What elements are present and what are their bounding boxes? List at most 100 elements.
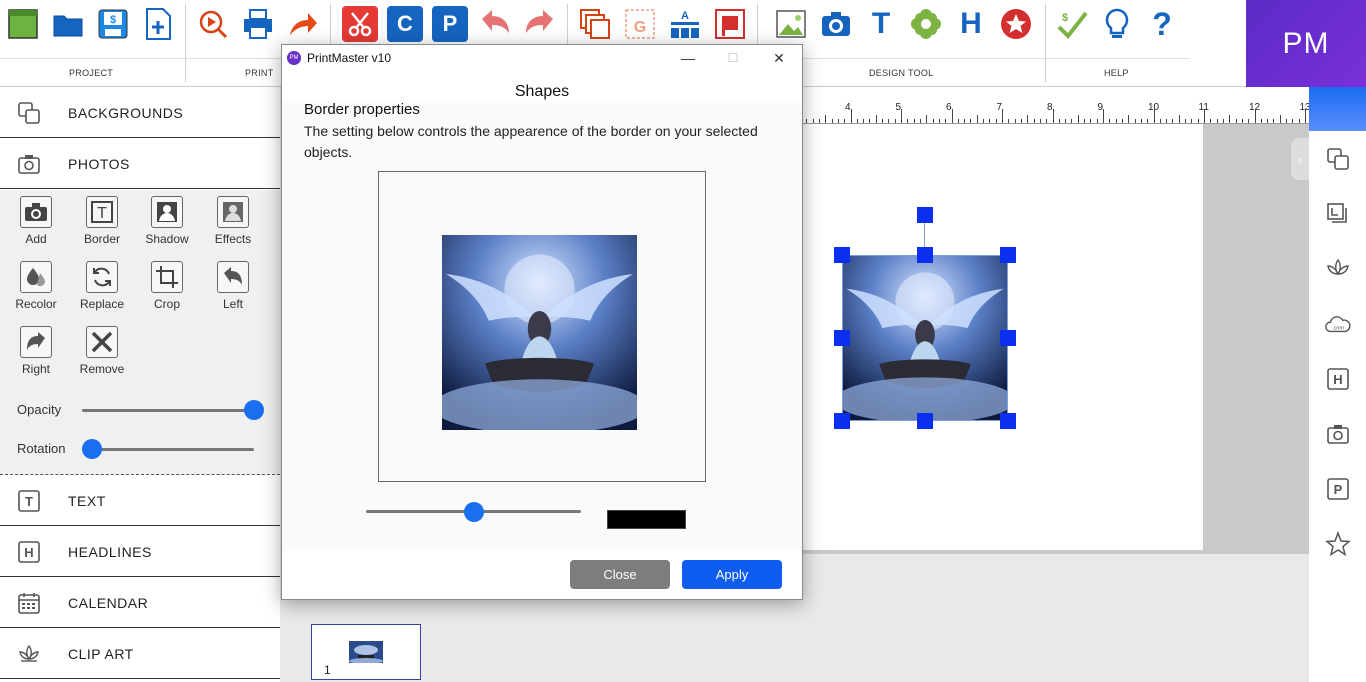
section-backgrounds[interactable]: BACKGROUNDS xyxy=(0,88,280,138)
ruler-tick xyxy=(1235,119,1237,123)
section-clip-art[interactable]: CLIP ART xyxy=(0,629,280,679)
undo-icon[interactable] xyxy=(477,6,513,42)
paste-icon[interactable]: P xyxy=(432,6,468,42)
open-folder-icon[interactable] xyxy=(50,6,86,42)
rotation-label: Rotation xyxy=(17,441,66,456)
backgrounds-icon[interactable] xyxy=(1324,145,1352,173)
resize-handle-top-right[interactable] xyxy=(1000,247,1016,263)
headline-icon[interactable]: H xyxy=(953,6,989,42)
lotus-icon[interactable] xyxy=(1324,255,1352,283)
right-toolbar: .com H P xyxy=(1309,87,1366,682)
resize-handle-right[interactable] xyxy=(1000,330,1016,346)
star-outline-icon[interactable] xyxy=(1324,530,1352,558)
close-icon[interactable]: ✕ xyxy=(756,45,802,71)
ruler-tick xyxy=(1216,119,1218,123)
resize-handle-top-left[interactable] xyxy=(834,247,850,263)
ruler-tick xyxy=(1254,109,1256,123)
ruler-tick xyxy=(1109,119,1111,123)
svg-text:T: T xyxy=(97,205,107,222)
save-icon[interactable]: $ xyxy=(95,6,131,42)
ruler-tick xyxy=(1002,109,1003,123)
group-icon[interactable]: G xyxy=(622,6,658,42)
photo-add-button[interactable]: Add xyxy=(6,196,66,246)
svg-text:H: H xyxy=(1333,372,1342,387)
photo-border-button[interactable]: T Border xyxy=(72,196,132,246)
ruler-tick xyxy=(1084,119,1086,123)
selected-photo-object[interactable] xyxy=(834,255,1016,424)
star-icon[interactable] xyxy=(998,6,1034,42)
toolbar-separator xyxy=(1045,4,1046,82)
headlines-section-icon: H xyxy=(17,540,41,564)
copy-icon[interactable]: C xyxy=(387,6,423,42)
headline-icon[interactable]: H xyxy=(1324,365,1352,393)
layers-icon[interactable] xyxy=(577,6,613,42)
rotation-slider-track[interactable] xyxy=(82,448,254,451)
flower-icon[interactable] xyxy=(908,6,944,42)
opacity-slider-track[interactable] xyxy=(82,409,254,412)
section-label: HEADLINES xyxy=(68,543,152,560)
resize-handle-top[interactable] xyxy=(917,247,933,263)
ruler-tick xyxy=(926,115,928,123)
rotate-handle[interactable] xyxy=(917,207,933,223)
resize-handle-bottom[interactable] xyxy=(917,413,933,429)
rotation-slider-thumb[interactable] xyxy=(82,439,102,459)
help-icon[interactable]: ? xyxy=(1144,6,1180,42)
opacity-slider-thumb[interactable] xyxy=(244,400,264,420)
dialog-heading: Shapes xyxy=(514,83,570,100)
apply-button[interactable]: Apply xyxy=(682,560,782,589)
resize-handle-bottom-left[interactable] xyxy=(834,413,850,429)
minimize-icon[interactable]: — xyxy=(665,45,711,71)
ruler-tick xyxy=(1197,119,1199,123)
section-headlines[interactable]: H HEADLINES xyxy=(0,527,280,577)
photo-crop-label: Crop xyxy=(153,297,180,311)
section-photos[interactable]: PHOTOS xyxy=(0,139,280,189)
page-p-icon[interactable]: P xyxy=(1324,475,1352,503)
photo-rotate-right-button[interactable]: Right xyxy=(6,326,66,376)
lightbulb-icon[interactable] xyxy=(1099,6,1135,42)
page-thumbnail[interactable]: 1 xyxy=(311,624,421,680)
share-icon[interactable] xyxy=(285,6,321,42)
align-icon[interactable]: A xyxy=(667,6,703,42)
angel-photo xyxy=(834,256,1016,424)
section-text[interactable]: T TEXT xyxy=(0,476,280,526)
ruler-tick xyxy=(1147,119,1149,123)
dialog-titlebar[interactable]: PM PrintMaster v10 — ☐ ✕ xyxy=(282,45,802,71)
photo-shadow-button[interactable]: Shadow xyxy=(137,196,197,246)
ruler-tick xyxy=(812,119,814,123)
crop-icon xyxy=(151,261,183,293)
ruler-tick xyxy=(1090,119,1092,123)
chevron-left-icon: ‹ xyxy=(1297,151,1303,167)
camera-icon[interactable] xyxy=(818,6,854,42)
fill-icon[interactable] xyxy=(712,6,748,42)
camera-icon[interactable] xyxy=(1324,420,1352,448)
ruler-tick xyxy=(1260,119,1262,123)
layouts-icon[interactable] xyxy=(1324,200,1352,228)
rotate-left-icon xyxy=(217,261,249,293)
photo-crop-button[interactable]: Crop xyxy=(137,261,197,311)
text-section-icon: T xyxy=(17,489,41,513)
resize-handle-bottom-right[interactable] xyxy=(1000,413,1016,429)
cut-icon[interactable] xyxy=(342,6,378,42)
add-page-icon[interactable] xyxy=(140,6,176,42)
image-icon[interactable] xyxy=(773,6,809,42)
cloud-com-icon[interactable]: .com xyxy=(1324,310,1352,338)
photo-effects-button[interactable]: Effects xyxy=(203,196,263,246)
spellcheck-icon[interactable]: $ xyxy=(1054,6,1090,42)
text-icon[interactable]: T xyxy=(863,6,899,42)
close-button[interactable]: Close xyxy=(570,560,670,589)
redo-icon[interactable] xyxy=(522,6,558,42)
printer-icon[interactable] xyxy=(240,6,276,42)
photo-remove-button[interactable]: Remove xyxy=(72,326,132,376)
print-preview-icon[interactable] xyxy=(195,6,231,42)
photo-rotate-left-button[interactable]: Left xyxy=(203,261,263,311)
resize-handle-left[interactable] xyxy=(834,330,850,346)
rotate-right-icon xyxy=(20,326,52,358)
photo-replace-button[interactable]: Replace xyxy=(72,261,132,311)
section-calendar[interactable]: CALENDAR xyxy=(0,578,280,628)
photo-shadow-label: Shadow xyxy=(145,232,189,246)
border-width-slider-thumb[interactable] xyxy=(463,502,484,522)
new-project-icon[interactable] xyxy=(5,6,41,42)
collapse-panel-button[interactable]: ‹ xyxy=(1291,138,1309,180)
photo-recolor-button[interactable]: Recolor xyxy=(6,261,66,311)
border-color-swatch[interactable] xyxy=(607,510,686,529)
